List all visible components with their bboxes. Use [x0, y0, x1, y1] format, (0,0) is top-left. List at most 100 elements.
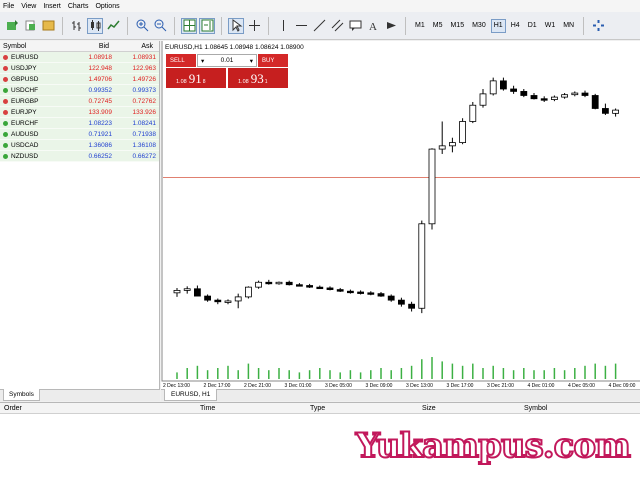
candle-body	[173, 289, 181, 294]
symbol-column-header[interactable]: Symbol	[524, 405, 547, 412]
timeframe-h4[interactable]: H4	[508, 19, 523, 33]
market-watch-header: Symbol Bid Ask	[0, 41, 159, 52]
bid-column-header[interactable]: Bid	[78, 43, 112, 50]
lot-decrease-icon[interactable]: ▾	[198, 57, 207, 65]
zoom-in-icon[interactable]	[134, 18, 150, 34]
market-watch-row[interactable]: GBPUSD 1.49706 1.49726	[0, 74, 159, 85]
candle-body	[469, 104, 477, 122]
horizontal-line-icon[interactable]	[293, 18, 309, 34]
timeframe-m5[interactable]: M5	[430, 19, 446, 33]
market-watch-icon[interactable]	[40, 18, 56, 34]
ask-price: 1.49726	[132, 75, 157, 83]
toolbar-separator	[405, 16, 406, 35]
zoom-out-icon[interactable]	[152, 18, 168, 34]
market-watch-row[interactable]: EURCHF 1.08223 1.08241	[0, 118, 159, 129]
ask-price: 0.66272	[132, 152, 157, 160]
candle-body	[316, 286, 324, 290]
direction-dot-icon	[3, 76, 8, 82]
line-chart-icon[interactable]	[105, 18, 121, 34]
lot-increase-icon[interactable]: ▾	[247, 57, 256, 65]
lot-size-input[interactable]: ▾ 0.01 ▾	[197, 54, 257, 67]
candle-body	[387, 295, 395, 301]
timeframe-mn[interactable]: MN	[560, 19, 577, 33]
text-icon[interactable]: A	[365, 18, 381, 34]
channel-icon[interactable]	[329, 18, 345, 34]
bar-chart-icon[interactable]	[69, 18, 85, 34]
menu-insert[interactable]: Insert	[43, 3, 61, 10]
buy-price[interactable]: 1.08 93 1	[228, 68, 288, 88]
direction-dot-icon	[3, 109, 8, 115]
menu-charts[interactable]: Charts	[68, 3, 89, 10]
market-watch-row[interactable]: USDCHF 0.99352 0.99373	[0, 85, 159, 96]
sell-button[interactable]: SELL	[166, 54, 196, 67]
terminal-header: Order Time Type Size Symbol	[0, 403, 640, 414]
text-label-icon[interactable]	[347, 18, 363, 34]
menu-options[interactable]: Options	[95, 3, 119, 10]
market-watch-tabs: Symbols	[0, 389, 160, 401]
market-watch-row[interactable]: USDCAD 1.36086 1.36108	[0, 140, 159, 151]
watermark-logo: Yukampus.com	[355, 425, 632, 467]
buy-price-fraction: 1	[264, 79, 268, 85]
candlestick-icon[interactable]	[87, 17, 103, 34]
candle-body	[520, 91, 528, 96]
market-watch-row[interactable]: EURJPY 133.909 133.926	[0, 107, 159, 118]
candle-body	[224, 300, 232, 303]
menu-bar: File View Insert Charts Options	[0, 0, 640, 12]
candlestick-chart[interactable]: EURUSD,H1 1.08645 1.08948 1.08624 1.0890…	[161, 41, 640, 389]
symbol-name: USDCAD	[11, 141, 39, 149]
direction-dot-icon	[3, 153, 8, 159]
time-column-header[interactable]: Time	[200, 405, 215, 412]
templates-icon[interactable]	[590, 18, 606, 34]
cursor-icon[interactable]	[228, 17, 244, 34]
type-column-header[interactable]: Type	[310, 405, 325, 412]
bid-price: 1.08223	[88, 119, 113, 127]
chart-window[interactable]: EURUSD,H1 1.08645 1.08948 1.08624 1.0890…	[161, 41, 640, 401]
symbol-column-header[interactable]: Symbol	[0, 43, 78, 50]
bid-price: 0.66252	[88, 152, 113, 160]
market-watch-row[interactable]: USDJPY 122.948 122.963	[0, 63, 159, 74]
profiles-icon[interactable]	[22, 18, 38, 34]
timeframe-m1[interactable]: M1	[412, 19, 428, 33]
direction-dot-icon	[3, 54, 8, 60]
timeframe-d1[interactable]: D1	[525, 19, 540, 33]
menu-file[interactable]: File	[3, 3, 14, 10]
candle-body	[326, 287, 334, 290]
buy-button[interactable]: BUY	[258, 54, 288, 67]
tab-eurusd-h1[interactable]: EURUSD, H1	[164, 389, 218, 401]
candle-body	[397, 299, 405, 305]
new-order-icon[interactable]	[4, 18, 20, 34]
tab-symbols[interactable]: Symbols	[3, 389, 40, 401]
toolbar-separator	[268, 16, 269, 35]
symbol-name: EURGBP	[11, 97, 39, 105]
timeframe-h1[interactable]: H1	[490, 18, 506, 33]
crosshair-icon[interactable]	[246, 18, 262, 34]
market-watch-row[interactable]: EURUSD 1.08918 1.08931	[0, 52, 159, 63]
market-watch-row[interactable]: AUDUSD 0.71921 0.71938	[0, 129, 159, 140]
toolbar-separator	[174, 16, 175, 35]
trendline-icon[interactable]	[311, 18, 327, 34]
size-column-header[interactable]: Size	[422, 405, 436, 412]
market-watch-row[interactable]: EURGBP 0.72745 0.72762	[0, 96, 159, 107]
timeframe-m30[interactable]: M30	[469, 19, 489, 33]
candle-body	[448, 142, 456, 147]
ask-price: 1.08241	[132, 119, 157, 127]
timeframe-w1[interactable]: W1	[542, 19, 559, 33]
tile-windows-icon[interactable]	[181, 17, 197, 34]
market-watch-panel: Symbol Bid Ask EURUSD 1.08918 1.08931 USDJP…	[0, 41, 160, 401]
candle-body	[428, 148, 436, 225]
symbol-name: USDJPY	[11, 64, 37, 72]
timeframe-m15[interactable]: M15	[447, 19, 467, 33]
vertical-line-icon[interactable]	[275, 18, 291, 34]
direction-dot-icon	[3, 131, 8, 137]
ask-price: 122.963	[132, 64, 157, 72]
svg-text:A: A	[369, 21, 377, 32]
chart-shift-icon[interactable]	[199, 17, 215, 34]
ask-column-header[interactable]: Ask	[112, 43, 156, 50]
sell-price[interactable]: 1.08 91 8	[166, 68, 226, 88]
symbol-cell: EURGBP	[0, 98, 78, 105]
candle-body	[285, 281, 293, 286]
arrow-mark-icon[interactable]	[383, 18, 399, 34]
menu-view[interactable]: View	[21, 3, 36, 10]
order-column-header[interactable]: Order	[4, 405, 22, 412]
market-watch-row[interactable]: NZDUSD 0.66252 0.66272	[0, 151, 159, 162]
